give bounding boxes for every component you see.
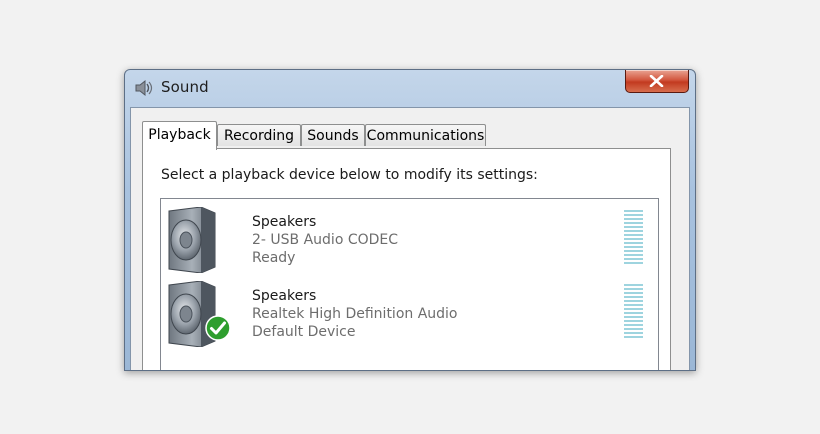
window-title: Sound — [161, 78, 209, 96]
device-item-realtek-speakers[interactable]: Speakers Realtek High Definition Audio D… — [161, 275, 658, 349]
device-info: Speakers 2- USB Audio CODEC Ready — [252, 213, 398, 267]
tab-label: Sounds — [307, 128, 359, 144]
close-button[interactable] — [625, 70, 689, 93]
meter-segment — [624, 320, 643, 322]
meter-segment — [624, 246, 643, 248]
meter-segment — [624, 332, 643, 334]
default-device-check-icon — [205, 315, 231, 341]
speaker-app-icon — [135, 79, 153, 97]
playback-panel: Select a playback device below to modify… — [142, 148, 671, 370]
meter-segment — [624, 308, 643, 310]
close-icon — [649, 75, 664, 87]
device-list[interactable]: Speakers 2- USB Audio CODEC Ready Speake… — [160, 198, 659, 370]
tab-playback[interactable]: Playback — [142, 121, 217, 150]
tab-communications[interactable]: Communications — [365, 124, 486, 146]
meter-segment — [624, 328, 643, 330]
meter-segment — [624, 242, 643, 244]
device-status: Default Device — [252, 324, 356, 340]
meter-segment — [624, 292, 643, 294]
sound-dialog-window: Sound Playback Recording Sounds Communic… — [124, 69, 696, 371]
meter-segment — [624, 300, 643, 302]
device-status: Ready — [252, 250, 296, 266]
meter-segment — [624, 316, 643, 318]
meter-segment — [624, 214, 643, 216]
meter-segment — [624, 284, 643, 286]
title-bar[interactable]: Sound — [125, 70, 695, 106]
meter-segment — [624, 304, 643, 306]
volume-level-meter — [624, 284, 643, 340]
device-name: Speakers — [252, 288, 317, 304]
device-description: Realtek High Definition Audio — [252, 306, 458, 322]
meter-segment — [624, 336, 643, 338]
meter-segment — [624, 210, 643, 212]
tab-sounds[interactable]: Sounds — [301, 124, 365, 146]
volume-level-meter — [624, 210, 643, 266]
meter-segment — [624, 296, 643, 298]
device-description: 2- USB Audio CODEC — [252, 232, 399, 248]
meter-segment — [624, 254, 643, 256]
tab-recording[interactable]: Recording — [217, 124, 301, 146]
meter-segment — [624, 312, 643, 314]
meter-segment — [624, 222, 643, 224]
device-info: Speakers Realtek High Definition Audio D… — [252, 287, 458, 341]
instruction-text: Select a playback device below to modify… — [161, 167, 538, 183]
meter-segment — [624, 262, 643, 264]
device-name: Speakers — [252, 214, 317, 230]
meter-segment — [624, 238, 643, 240]
tab-label: Recording — [223, 128, 295, 144]
meter-segment — [624, 230, 643, 232]
meter-segment — [624, 288, 643, 290]
meter-segment — [624, 218, 643, 220]
device-item-usb-speakers[interactable]: Speakers 2- USB Audio CODEC Ready — [161, 201, 658, 275]
tab-label: Playback — [148, 127, 211, 143]
meter-segment — [624, 226, 643, 228]
speaker-icon — [168, 207, 216, 273]
meter-segment — [624, 324, 643, 326]
meter-segment — [624, 258, 643, 260]
dialog-client-area: Playback Recording Sounds Communications… — [130, 107, 690, 370]
meter-segment — [624, 250, 643, 252]
tab-label: Communications — [366, 128, 485, 144]
meter-segment — [624, 234, 643, 236]
